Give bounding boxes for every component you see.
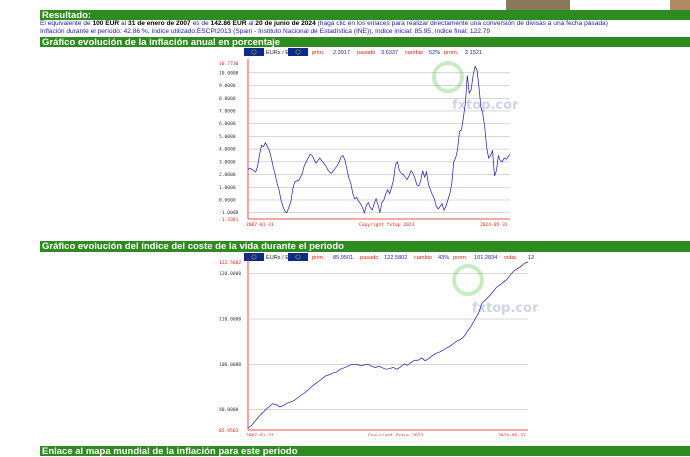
amount-start: 100 EUR bbox=[92, 20, 120, 27]
top-image-strip bbox=[40, 0, 690, 10]
y-tick-label: 120.0000 bbox=[219, 271, 241, 277]
y-tick-label: 6.0000 bbox=[219, 121, 236, 127]
summary-text: al bbox=[121, 20, 127, 27]
eu-flag-icon bbox=[244, 253, 264, 261]
inflation-chart-svg: EURs / EUR prim. 2.3917 pasado 3.6337 cambio 5… bbox=[219, 48, 518, 228]
chart-stat: 122.5802 bbox=[384, 255, 407, 261]
y-tick-label: 10.0000 bbox=[219, 70, 239, 76]
chart-stat: 2.3917 bbox=[333, 50, 350, 56]
cost-index-chart: EURs / EUR prim. 85.9501 pasado 122.5802 camb… bbox=[218, 252, 538, 436]
inflation-chart: EURs / EUR prim. 2.3917 pasado 3.6337 cambio 5… bbox=[218, 47, 518, 229]
summary-text: El equivalente de bbox=[40, 20, 91, 27]
chart-stat: 3.6337 bbox=[381, 50, 398, 56]
y-tick-label: 9.0000 bbox=[219, 83, 236, 89]
inflation-summary: Inflación durante el período: 42.86 %, í… bbox=[40, 28, 491, 35]
y-tick-label: 90.0000 bbox=[219, 407, 239, 413]
y-max-label: 122.5802 bbox=[219, 260, 241, 266]
y-tick-label: 4.0000 bbox=[219, 147, 236, 153]
y-tick-label: 8.0000 bbox=[219, 96, 236, 102]
eu-flag-icon bbox=[288, 253, 308, 261]
chart-stat: 43% bbox=[438, 255, 449, 261]
x-start-label: 2007-01-31 bbox=[246, 433, 274, 436]
y-max-label: 10.7730 bbox=[219, 61, 239, 67]
y-tick-label: 2.0000 bbox=[219, 172, 236, 178]
x-end-label: 2024-05-31 bbox=[498, 433, 526, 436]
chart-stat: 85.9501 bbox=[333, 255, 353, 261]
chart-stat: prim. bbox=[312, 255, 325, 261]
data-line bbox=[247, 65, 511, 214]
x-start-label: 2007-01-31 bbox=[246, 222, 274, 228]
cost-index-chart-svg: EURs / EUR prim. 85.9501 pasado 122.5802 camb… bbox=[219, 253, 538, 436]
y-tick-label: 3.0000 bbox=[219, 159, 236, 165]
chart-stat: pasado bbox=[360, 255, 378, 261]
y-tick-label: 1.0000 bbox=[219, 185, 236, 191]
chart-stat: volat. bbox=[504, 255, 518, 261]
summary-text: es de bbox=[192, 20, 209, 27]
data-line bbox=[247, 261, 529, 429]
eu-flag-icon bbox=[244, 48, 264, 56]
date-start-link[interactable]: 31 de enero de 2007 bbox=[128, 20, 191, 27]
result-summary: El equivalente de 100 EUR al 31 de enero… bbox=[40, 20, 690, 28]
chart2-section-title: Gráfico evolución del índice del coste d… bbox=[40, 241, 690, 252]
chart-stat: 12 bbox=[528, 255, 534, 261]
chart-stat: 52% bbox=[429, 50, 440, 56]
chart-stat: 101.2834 bbox=[474, 255, 497, 261]
y-tick-label: 110.0000 bbox=[219, 317, 241, 323]
y-tick-label: 0.0000 bbox=[219, 197, 236, 203]
copyright-label: Copyright fxtop 2023 bbox=[368, 433, 424, 436]
chart-stat: prim. bbox=[312, 50, 325, 56]
y-tick-label: 100.0000 bbox=[219, 362, 241, 368]
x-end-label: 2024-05-31 bbox=[480, 222, 508, 228]
banner-image-right bbox=[670, 0, 690, 10]
amount-end: 142.86 EUR bbox=[210, 20, 247, 27]
summary-text: al bbox=[248, 20, 254, 27]
y-tick-label: -1.0000 bbox=[219, 210, 239, 216]
y-min-label: -1.3381 bbox=[219, 217, 239, 223]
chart-stat: 2.1521 bbox=[465, 50, 482, 56]
chart-stat: prom. bbox=[444, 50, 459, 56]
banner-image bbox=[506, 0, 570, 10]
watermark-logo-icon bbox=[452, 264, 484, 296]
chart-stat: prom. bbox=[453, 255, 468, 261]
eu-flag-icon bbox=[288, 48, 308, 56]
date-end-link[interactable]: 20 de junio de 2024 bbox=[255, 20, 315, 27]
chart-stat: pasado bbox=[357, 50, 375, 56]
y-tick-label: 5.0000 bbox=[219, 134, 236, 140]
y-min-label: 85.9501 bbox=[219, 428, 239, 434]
watermark-logo-icon bbox=[432, 61, 464, 93]
copyright-label: Copyright fxtop 2023 bbox=[359, 222, 415, 228]
y-tick-label: 7.0000 bbox=[219, 108, 236, 114]
chart-stat: cambio bbox=[405, 50, 423, 56]
watermark-text: fxtop.com bbox=[452, 98, 518, 113]
inflation-map-link[interactable]: Enlace al mapa mundial de la inflación p… bbox=[40, 446, 690, 457]
chart1-section-title: Gráfico evolución de la inflación anual … bbox=[40, 37, 690, 48]
chart-stat: cambio bbox=[414, 255, 432, 261]
conversion-hint: (haga clic en los enlaces para realizar … bbox=[317, 20, 608, 27]
result-title: Resultado: bbox=[40, 10, 690, 21]
